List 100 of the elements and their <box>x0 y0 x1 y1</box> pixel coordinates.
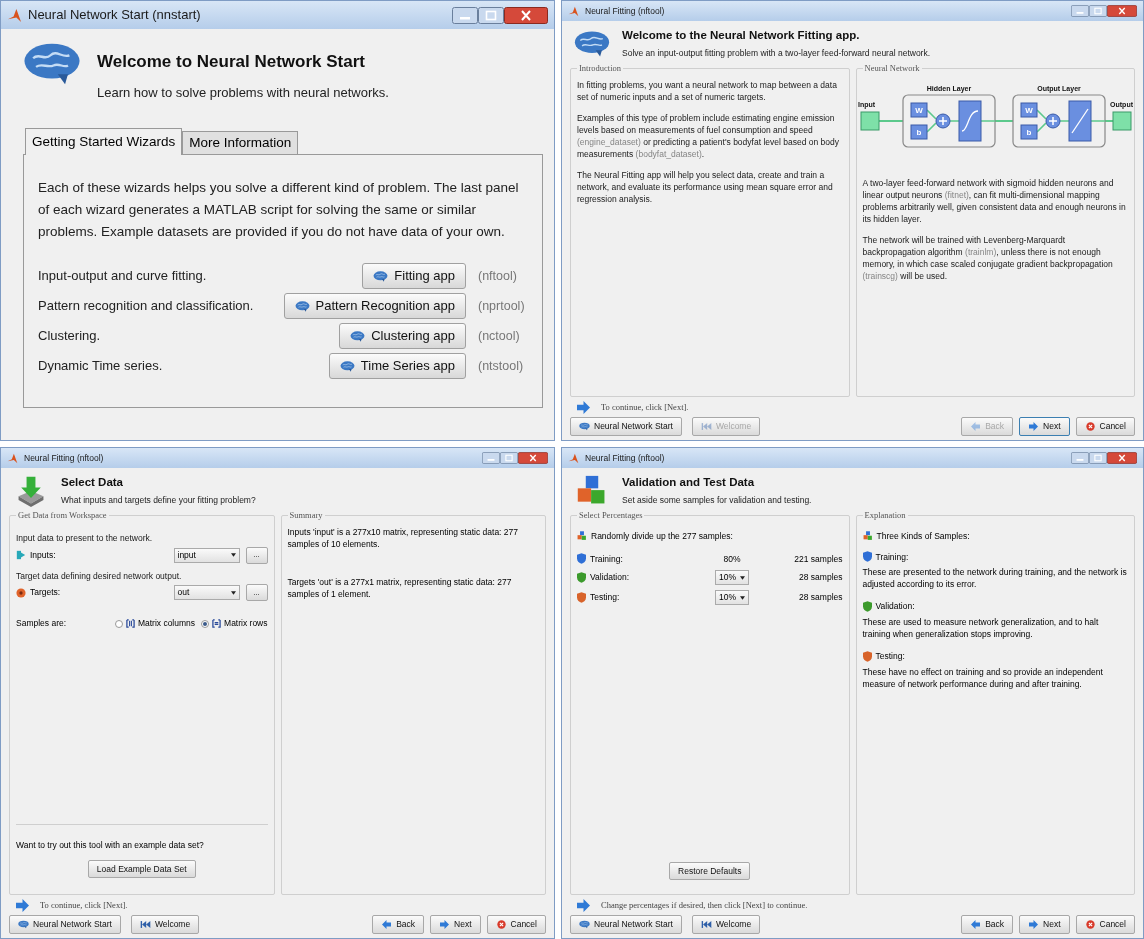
brain-icon <box>373 270 389 282</box>
app-logo-icon <box>7 7 22 23</box>
radio-button[interactable] <box>201 619 210 628</box>
summary-text: Inputs 'input' is a 277x10 matrix, representing static data: 277 samples of 10 elements. <box>287 525 520 550</box>
skip-back-icon <box>700 920 712 929</box>
next-button[interactable]: Next <box>1019 417 1070 436</box>
tab[interactable]: More Information <box>182 131 299 154</box>
intro-text: Three Kinds of Samples: <box>876 529 970 543</box>
panel-title: Select Percentages <box>578 509 644 522</box>
page-subheading: Solve an input-output fitting problem with a two-layer feed-forward neural network. <box>622 47 931 60</box>
wizard-button[interactable]: Clustering app <box>339 323 466 349</box>
close-icon[interactable] <box>1107 452 1137 464</box>
page-heading: Validation and Test Data <box>622 475 756 490</box>
radio-button[interactable] <box>114 619 123 628</box>
linear-line <box>1071 108 1089 134</box>
bias-label: b <box>1026 127 1032 137</box>
link[interactable]: (trainscg) <box>862 270 898 281</box>
option-label[interactable]: Matrix columns <box>137 617 196 630</box>
app-logo-icon <box>7 452 18 464</box>
next-button[interactable]: Next <box>430 915 481 934</box>
restore-defaults-button[interactable]: Restore Defaults <box>669 862 751 880</box>
next-button[interactable]: Next <box>1019 915 1070 934</box>
minimize-icon[interactable] <box>482 452 500 464</box>
app-logo-icon <box>568 5 579 17</box>
maximize-icon[interactable] <box>1089 5 1107 17</box>
option-label[interactable]: Matrix rows <box>224 617 268 630</box>
arrow-right-icon <box>15 898 30 912</box>
panel-title: Introduction <box>578 62 623 75</box>
sample-count: 28 samples <box>798 591 843 605</box>
input-icon <box>16 550 26 560</box>
minimize-icon[interactable] <box>1071 452 1089 464</box>
minimize-icon[interactable] <box>452 6 478 24</box>
cancel-button[interactable]: Cancel <box>1075 417 1135 436</box>
tool-name: (ntstool) <box>477 357 525 375</box>
tool-name: (nctool) <box>477 327 521 345</box>
tab[interactable]: Getting Started Wizards <box>25 128 183 155</box>
link[interactable]: (fitnet) <box>944 189 969 200</box>
intro-text: Randomly divide up the 277 samples: <box>591 529 733 543</box>
browse-button[interactable]: ... <box>245 584 268 602</box>
arrow-left-icon <box>970 920 982 929</box>
browse-button[interactable]: ... <box>245 546 268 564</box>
start-button[interactable]: Neural Network Start <box>570 417 682 436</box>
panel-title: Explanation <box>863 509 907 522</box>
paragraph: In fitting problems, you want a neural network to map between a data set of numeric inputs and a set of numeric targets. <box>577 78 838 103</box>
hint-text: To continue, click [Next]. <box>601 400 689 414</box>
hint-text: Change percentages if desired, then click [Next] to continue. <box>601 898 808 912</box>
cubes-icon <box>862 531 873 542</box>
panel-title: Get Data from Workspace <box>17 509 108 522</box>
dropdown[interactable]: input <box>173 547 240 563</box>
cancel-button[interactable]: Cancel <box>486 915 546 934</box>
arrow-right-icon <box>576 400 591 414</box>
caret-icon <box>230 590 236 595</box>
load-example-button[interactable]: Load Example Data Set <box>87 860 196 878</box>
close-icon[interactable] <box>518 452 548 464</box>
wizard-button[interactable]: Time Series app <box>328 353 466 379</box>
explanation-title: Testing: <box>875 650 905 663</box>
cancel-button[interactable]: Cancel <box>1075 915 1135 934</box>
close-icon[interactable] <box>504 6 548 24</box>
panel-title: Summary <box>288 509 324 522</box>
wizard-button[interactable]: Fitting app <box>362 263 466 289</box>
back-button[interactable]: Back <box>372 915 425 934</box>
percent-dropdown[interactable]: 10% <box>715 570 749 586</box>
row-label: Testing: <box>590 591 620 605</box>
maximize-icon[interactable] <box>500 452 518 464</box>
explanation-title: Training: <box>875 550 909 564</box>
start-button[interactable]: Neural Network Start <box>9 915 121 934</box>
wizard-label: Pattern recognition and classification. <box>38 297 255 316</box>
sample-count: 221 samples <box>793 552 843 566</box>
sample-count: 28 samples <box>798 571 843 585</box>
brain-icon <box>294 300 310 312</box>
start-button[interactable]: Neural Network Start <box>570 915 682 934</box>
skip-back-icon <box>700 422 712 431</box>
window-title: Neural Fitting (nftool) <box>585 451 666 465</box>
arrow-right-icon <box>1028 422 1040 431</box>
wizard-button[interactable]: Pattern Recognition app <box>283 293 466 319</box>
page-subheading: Learn how to solve problems with neural networks. <box>97 83 389 102</box>
sigmoid-curve <box>961 110 979 132</box>
back-button[interactable]: Back <box>961 915 1014 934</box>
page-heading: Welcome to the Neural Network Fitting app. <box>622 28 861 43</box>
bias-box <box>1020 124 1038 140</box>
link[interactable]: (bodyfat_dataset) <box>635 148 702 159</box>
minimize-icon[interactable] <box>1071 5 1089 17</box>
welcome-button[interactable]: Welcome <box>130 915 200 934</box>
hint-text: To continue, click [Next]. <box>40 898 128 912</box>
link[interactable]: (engine_dataset) <box>577 136 641 147</box>
explanation-text: These are used to measure network generalization, and to halt training when generalization stops improving. <box>862 616 1100 640</box>
explanation-text: These are presented to the network during training, and the network is adjusted according to its error. <box>862 566 1128 591</box>
percent-dropdown[interactable]: 10% <box>715 590 749 606</box>
close-icon[interactable] <box>1107 5 1137 17</box>
tool-name: (nftool) <box>477 267 518 285</box>
bias-label: b <box>916 127 922 137</box>
dropdown[interactable]: out <box>173 585 240 601</box>
wizard-label: Input-output and curve fitting. <box>38 267 208 286</box>
row-label: Training: <box>590 552 623 566</box>
welcome-button[interactable]: Welcome <box>691 915 761 934</box>
maximize-icon[interactable] <box>1089 452 1107 464</box>
matrix-columns-icon <box>125 619 135 629</box>
page-subheading: Set aside some samples for validation and testing. <box>622 494 812 507</box>
maximize-icon[interactable] <box>478 6 504 24</box>
skip-back-icon <box>139 920 151 929</box>
